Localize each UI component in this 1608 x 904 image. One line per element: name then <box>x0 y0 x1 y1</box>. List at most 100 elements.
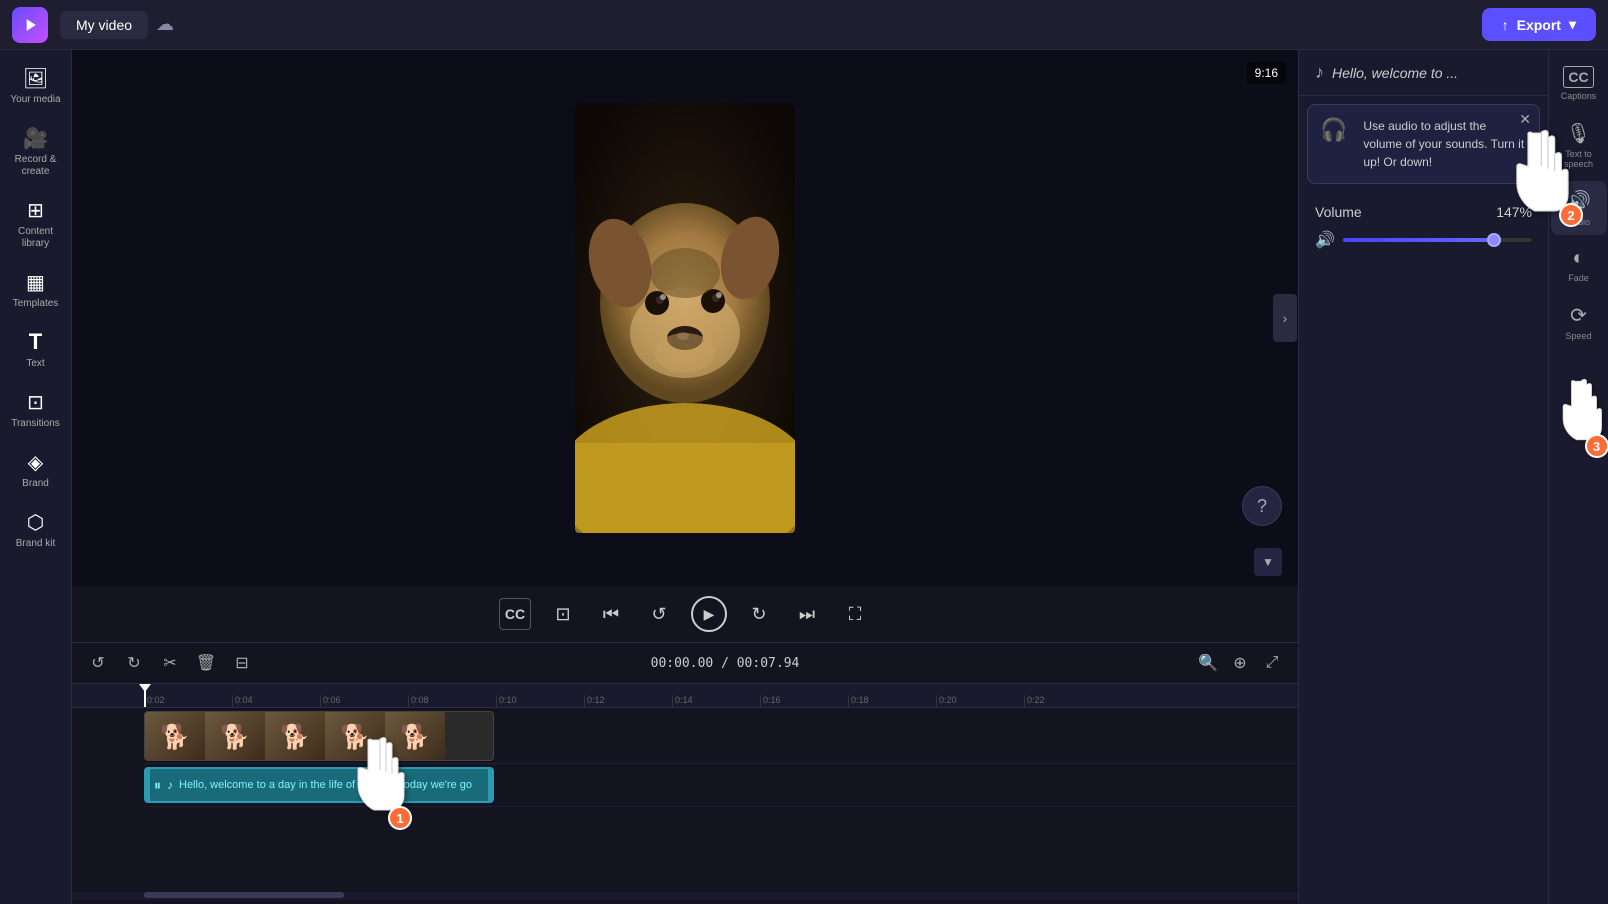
zoom-out-button[interactable]: 🔍 <box>1194 649 1222 677</box>
crop-button[interactable]: ⊡ <box>547 598 579 630</box>
sidebar-item-brand[interactable]: ◈ Brand <box>4 442 68 498</box>
volume-header: Volume 147% <box>1315 204 1532 220</box>
redo-button[interactable]: ↻ <box>120 649 148 677</box>
play-button[interactable]: ▶ <box>691 596 727 632</box>
your-media-label: Your media <box>10 94 60 106</box>
timeline-area: ↺ ↻ ✂ 🗑 ⊟ 00:00.00 / 00:07.94 🔍 ⊕ ⤢ <box>72 642 1298 904</box>
cut-button[interactable]: ✂ <box>156 649 184 677</box>
timeline-scrollbar[interactable] <box>72 892 1298 900</box>
volume-speaker-icon: 🔊 <box>1315 230 1335 250</box>
video-clip[interactable]: 🐕 🐕 🐕 🐕 🐕 <box>144 711 494 761</box>
audio-label: Audio <box>1567 217 1590 227</box>
total-time: 00:07.94 <box>737 656 800 671</box>
split-button[interactable]: ⊟ <box>228 649 256 677</box>
export-button[interactable]: ↑ Export ▾ <box>1482 8 1596 41</box>
ruler-marks-container: 0:02 0:04 0:06 0:08 0:10 0:12 0:14 0:16 … <box>72 684 1298 707</box>
fade-icon: ◐ <box>1572 247 1584 270</box>
ruler-mark-7: 0:16 <box>760 695 848 707</box>
export-label: Export <box>1517 17 1561 33</box>
clip-thumbnail-3: 🐕 <box>265 712 325 761</box>
clip-thumbnail-2: 🐕 <box>205 712 265 761</box>
panel-icon-captions[interactable]: CC Captions <box>1551 58 1607 109</box>
audio-clip[interactable]: ⏸ ♪ Hello, welcome to a day in the life … <box>144 767 494 803</box>
transitions-icon: ⊡ <box>24 390 48 414</box>
speed-icon: ⟳ <box>1570 303 1587 328</box>
center-area: 9:16 <box>72 50 1298 904</box>
expand-right-panel-button[interactable]: › <box>1273 294 1297 342</box>
captions-button[interactable]: CC <box>499 598 531 630</box>
brand-icon: ◈ <box>24 450 48 474</box>
fade-label: Fade <box>1568 273 1589 283</box>
export-chevron-icon: ▾ <box>1569 16 1576 33</box>
sidebar-item-text[interactable]: T Text <box>4 322 68 378</box>
app-logo <box>12 7 48 43</box>
delete-button[interactable]: 🗑 <box>192 649 220 677</box>
brand-kit-label: Brand kit <box>16 538 55 550</box>
volume-slider-thumb[interactable] <box>1487 233 1501 247</box>
ruler-mark-3: 0:08 <box>408 695 496 707</box>
skip-back-button[interactable]: ↺ <box>643 598 675 630</box>
sidebar-item-brand-kit[interactable]: ⬡ Brand kit <box>4 502 68 558</box>
panel-icon-text-to-speech[interactable]: 🎙 Text to speech <box>1551 113 1607 177</box>
volume-label: Volume <box>1315 204 1362 220</box>
undo-button[interactable]: ↺ <box>84 649 112 677</box>
content-library-label: Content library <box>8 226 64 250</box>
clip-thumbnail-4: 🐕 <box>325 712 385 761</box>
timeline-ruler: 0:02 0:04 0:06 0:08 0:10 0:12 0:14 0:16 … <box>72 684 1298 708</box>
hand-cursor-2-container: 2 <box>1299 262 1548 322</box>
timeline-tracks: 🐕 🐕 🐕 🐕 🐕 ⏸ ♪ Hello, welcome to a day in… <box>72 708 1298 888</box>
volume-slider-track[interactable] <box>1343 238 1532 242</box>
audio-track: ⏸ ♪ Hello, welcome to a day in the life … <box>144 767 1298 807</box>
panel-icon-fade[interactable]: ◐ Fade <box>1551 239 1607 291</box>
right-panel: ♪ Hello, welcome to ... ✕ 🎧 Use audio to… <box>1298 50 1548 904</box>
timeline-zoom: 🔍 ⊕ ⤢ <box>1194 649 1286 677</box>
help-button[interactable]: ? <box>1242 486 1282 526</box>
tts-label: Text to speech <box>1555 149 1603 169</box>
scrollbar-thumb[interactable] <box>144 892 344 898</box>
skip-forward-button[interactable]: ↻ <box>743 598 775 630</box>
volume-tooltip: ✕ 🎧 Use audio to adjust the volume of yo… <box>1307 104 1540 184</box>
volume-value: 147% <box>1496 204 1532 220</box>
expand-timeline-button[interactable]: ⤢ <box>1258 649 1286 677</box>
main-area: 🖼 Your media 🎥 Record & create ⊞ Content… <box>0 50 1608 904</box>
next-end-button[interactable]: ⏭ <box>791 598 823 630</box>
clip-thumbnail-5: 🐕 <box>385 712 445 761</box>
ruler-mark-6: 0:14 <box>672 695 760 707</box>
timeline-playhead[interactable] <box>144 684 146 707</box>
panel-icons-column: CC Captions 🎙 Text to speech 🔊 Audio ◐ F… <box>1548 50 1608 904</box>
fullscreen-button[interactable]: ⛶ <box>839 598 871 630</box>
cloud-save-icon[interactable]: ☁ <box>156 14 174 35</box>
hand-cursor-3-wrapper: 3 <box>1549 373 1608 453</box>
sidebar-item-record-create[interactable]: 🎥 Record & create <box>4 118 68 186</box>
panel-icon-speed[interactable]: ⟳ Speed <box>1551 295 1607 349</box>
transitions-label: Transitions <box>11 418 60 430</box>
zoom-in-button[interactable]: ⊕ <box>1226 649 1254 677</box>
project-name-button[interactable]: My video <box>60 11 148 39</box>
ruler-mark-5: 0:12 <box>584 695 672 707</box>
panel-icon-audio[interactable]: 🔊 Audio <box>1551 181 1607 235</box>
volume-section: Volume 147% 🔊 <box>1299 192 1548 262</box>
panel-title: Hello, welcome to ... <box>1332 65 1458 81</box>
record-create-icon: 🎥 <box>24 126 48 150</box>
sidebar-item-your-media[interactable]: 🖼 Your media <box>4 58 68 114</box>
brand-kit-icon: ⬡ <box>24 510 48 534</box>
collapse-preview-button[interactable]: ▼ <box>1254 548 1282 576</box>
sidebar-item-templates[interactable]: ▦ Templates <box>4 262 68 318</box>
cc-icon: CC <box>1563 66 1593 88</box>
text-icon: T <box>24 330 48 354</box>
audio-clip-right-handle[interactable] <box>488 769 492 801</box>
rewind-start-button[interactable]: ⏮ <box>595 598 627 630</box>
tooltip-close-button[interactable]: ✕ <box>1519 111 1531 128</box>
sidebar-item-transitions[interactable]: ⊡ Transitions <box>4 382 68 438</box>
sidebar-item-content-library[interactable]: ⊞ Content library <box>4 190 68 258</box>
left-sidebar: 🖼 Your media 🎥 Record & create ⊞ Content… <box>0 50 72 904</box>
tooltip-emoji: 🎧 <box>1320 117 1347 143</box>
right-panel-header: ♪ Hello, welcome to ... <box>1299 50 1548 96</box>
record-create-label: Record & create <box>8 154 64 178</box>
cursor-badge-3: 3 <box>1585 434 1608 458</box>
project-name-label: My video <box>76 17 132 33</box>
ruler-mark-10: 0:22 <box>1024 695 1112 707</box>
dog-image <box>575 103 795 533</box>
playhead-triangle <box>139 684 151 692</box>
audio-clip-left-handle[interactable] <box>146 769 150 801</box>
